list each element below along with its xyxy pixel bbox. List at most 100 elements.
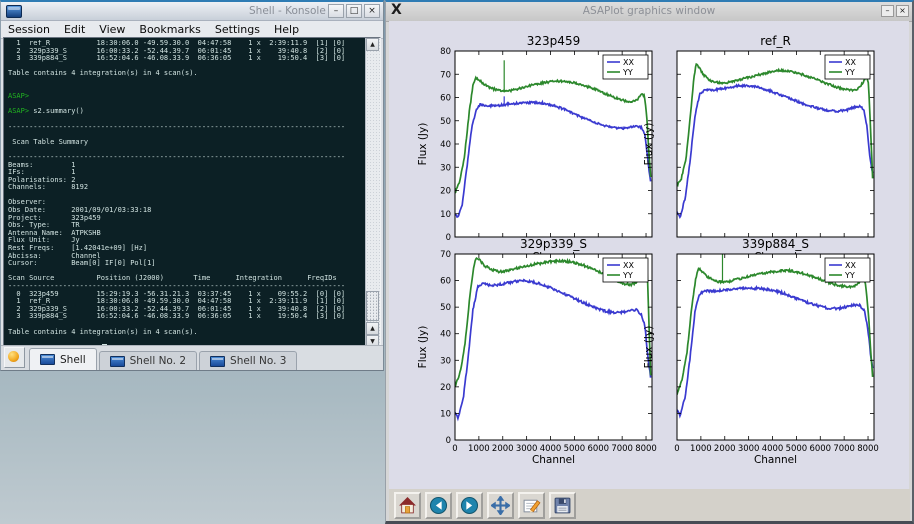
menu-help[interactable]: Help (274, 23, 299, 36)
save-button[interactable] (549, 492, 576, 519)
x-tick-label: 7000 (833, 444, 855, 454)
y-tick-label: 60 (440, 277, 451, 287)
terminal-line: 3 339p884_S 16:52:04.6 -46.08.33.9 06:36… (8, 55, 364, 63)
konsole-window-title: Shell - Konsole (249, 5, 326, 17)
x-tick-label: 0 (674, 444, 679, 454)
scroll-up-icon[interactable]: ▲ (366, 38, 379, 51)
y-tick-label: 50 (440, 303, 451, 313)
x-tick-label: 7000 (611, 444, 633, 454)
x-tick-label: 1000 (468, 444, 490, 454)
scroll-up2-icon[interactable]: ▲ (366, 322, 379, 335)
pan-icon (491, 496, 510, 515)
terminal-line: 3 339p884_S 16:52:04.6 -46.08.33.9 06:36… (8, 313, 364, 321)
y-tick-label: 30 (440, 163, 451, 173)
legend-label: YY (622, 68, 633, 77)
scrollbar-thumb[interactable] (366, 291, 379, 321)
home-button[interactable] (394, 492, 421, 519)
subplot-323p459: 01020304050607080323p459ChannelFlux (Jy)… (417, 34, 652, 263)
asaplot-titlebar[interactable]: X ASAPlot graphics window –× (386, 2, 912, 22)
back-button[interactable] (425, 492, 452, 519)
y-tick-label: 50 (440, 117, 451, 127)
session-tabs: Shell Shell No. 2 Shell No. 3 (29, 348, 299, 370)
new-session-button[interactable] (4, 347, 25, 368)
y-tick-label: 10 (440, 409, 451, 419)
forward-button[interactable] (456, 492, 483, 519)
konsole-tabbar: Shell Shell No. 2 Shell No. 3 (1, 345, 383, 370)
x-tick-label: 3000 (516, 444, 538, 454)
tab-label: Shell No. 3 (230, 355, 286, 367)
tab-shell-no-2[interactable]: Shell No. 2 (99, 351, 197, 370)
x-tick-label: 5000 (786, 444, 808, 454)
terminal-text[interactable]: 1 ref_R 18:30:06.0 -49.59.30.0 04:47:58 … (8, 40, 364, 348)
tab-label: Shell No. 2 (130, 355, 186, 367)
menu-session[interactable]: Session (8, 23, 50, 36)
terminal-line (8, 78, 364, 86)
legend-label: XX (623, 58, 634, 67)
subplot-title: 329p339_S (520, 237, 587, 251)
asaplot-window-title: ASAPlot graphics window (386, 5, 912, 17)
x-tick-label: 8000 (857, 444, 879, 454)
subplot-grid: 01020304050607080323p459ChannelFlux (Jy)… (389, 21, 909, 489)
x-tick-label: 8000 (635, 444, 657, 454)
terminal-tab-icon (40, 354, 55, 365)
y-tick-label: 30 (440, 356, 451, 366)
y-tick-label: 0 (446, 233, 451, 243)
menu-bookmarks[interactable]: Bookmarks (139, 23, 200, 36)
terminal-line: Cursor: Beam[0] IF[0] Pol[1] (8, 260, 364, 268)
back-icon (429, 496, 448, 515)
pan-button[interactable] (487, 492, 514, 519)
asaplot-window-controls: –× (881, 5, 909, 17)
legend-label: XX (623, 261, 634, 270)
menu-edit[interactable]: Edit (64, 23, 85, 36)
y-tick-label: 40 (440, 140, 451, 150)
x-tick-label: 5000 (564, 444, 586, 454)
x-axis-label: Channel (532, 454, 575, 466)
subplots-config-icon (522, 496, 541, 515)
konsole-window: Shell - Konsole –□× Session Edit View Bookm… (0, 0, 384, 371)
close-button[interactable]: × (896, 5, 909, 17)
subplot-339p884_S: 010002000300040005000600070008000339p884… (643, 237, 879, 466)
terminal-line: ASAP> s2.summary() (8, 108, 364, 116)
minimize-button[interactable]: – (328, 4, 344, 18)
konsole-icon (6, 5, 22, 18)
konsole-titlebar[interactable]: Shell - Konsole –□× (1, 2, 383, 21)
terminal-line: Channels: 8192 (8, 184, 364, 192)
legend-label: YY (844, 271, 855, 280)
save-icon (553, 496, 572, 515)
terminal-line (8, 336, 364, 344)
subplots-config-button[interactable] (518, 492, 545, 519)
plot-canvas: 01020304050607080323p459ChannelFlux (Jy)… (389, 21, 909, 489)
minimize-button[interactable]: – (881, 5, 894, 17)
terminal-tab-icon (210, 356, 225, 367)
x-tick-label: 6000 (809, 444, 831, 454)
y-axis-label: Flux (Jy) (643, 123, 655, 166)
terminal-line: Table contains 4 integration(s) in 4 sca… (8, 70, 364, 78)
asaplot-window: X ASAPlot graphics window –× 0 10 20 30 40 50… (385, 0, 914, 524)
x-tick-label: 0 (452, 444, 457, 454)
x-tick-label: 3000 (738, 444, 760, 454)
maximize-button[interactable]: □ (346, 4, 362, 18)
terminal-line: Table contains 4 integration(s) in 4 sca… (8, 329, 364, 337)
tab-shell-no-3[interactable]: Shell No. 3 (199, 351, 297, 370)
close-button[interactable]: × (364, 4, 380, 18)
x-tick-label: 1000 (690, 444, 712, 454)
terminal-scrollbar[interactable]: ▲ ▲ ▼ (365, 38, 380, 348)
x-tick-label: 4000 (762, 444, 784, 454)
y-tick-label: 20 (440, 187, 451, 197)
menu-view[interactable]: View (99, 23, 125, 36)
x-axis-label: Channel (754, 454, 797, 466)
y-tick-label: 10 (440, 210, 451, 220)
y-tick-label: 20 (440, 383, 451, 393)
menu-settings[interactable]: Settings (215, 23, 260, 36)
y-tick-label: 80 (440, 47, 451, 57)
terminal-line (8, 192, 364, 200)
x-tick-label: 2000 (492, 444, 514, 454)
terminal-view[interactable]: 1 ref_R 18:30:06.0 -49.59.30.0 04:47:58 … (3, 37, 381, 349)
legend-label: XX (845, 261, 856, 270)
x-tick-label: 2000 (714, 444, 736, 454)
terminal-line: ----------------------------------------… (8, 124, 364, 132)
subplot-ref_R: ref_RChannelFlux (Jy)XXYY (643, 34, 874, 263)
subplot-title: 323p459 (527, 34, 580, 48)
tab-shell[interactable]: Shell (29, 348, 97, 370)
subplot-title: ref_R (760, 34, 791, 48)
